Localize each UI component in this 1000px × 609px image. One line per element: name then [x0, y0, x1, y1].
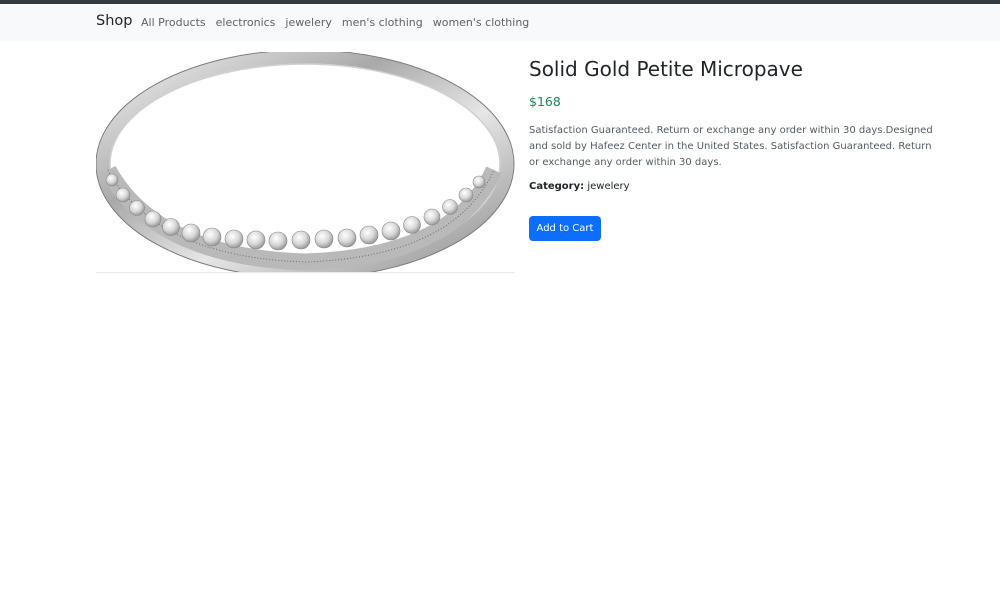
nav-links: All Products electronics jewelery men's …: [141, 16, 529, 29]
ring-illustration: [96, 52, 515, 272]
nav-link-mens-clothing[interactable]: men's clothing: [342, 16, 423, 29]
nav-link-jewelery[interactable]: jewelery: [285, 16, 331, 29]
product-category: Category: jewelery: [529, 181, 630, 192]
add-to-cart-button[interactable]: Add to Cart: [529, 216, 601, 241]
category-label: Category:: [529, 181, 585, 192]
product-description: Satisfaction Guaranteed. Return or excha…: [529, 125, 933, 168]
category-value: jewelery: [587, 181, 630, 192]
product-image: [96, 52, 515, 273]
product-price: $168: [529, 94, 561, 109]
navbar: Shop All Products electronics jewelery m…: [0, 4, 1000, 41]
product-title: Solid Gold Petite Micropave: [529, 57, 803, 81]
nav-link-all-products[interactable]: All Products: [141, 16, 206, 29]
nav-link-electronics[interactable]: electronics: [216, 16, 276, 29]
nav-link-womens-clothing[interactable]: women's clothing: [433, 16, 530, 29]
brand-link[interactable]: Shop: [96, 13, 132, 29]
